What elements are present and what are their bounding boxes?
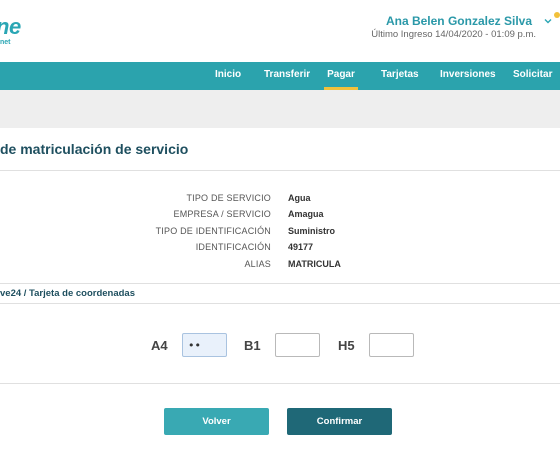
nav-item-inicio[interactable]: Inicio xyxy=(215,62,241,90)
coordinate-label-h5: H5 xyxy=(338,338,355,353)
service-details: TIPO DE SERVICIO Agua EMPRESA / SERVICIO… xyxy=(0,170,560,282)
main-nav: Inicio Transferir Pagar Tarjetas Inversi… xyxy=(0,62,560,90)
coordinate-input-b1[interactable] xyxy=(275,333,320,357)
header: ne net Ana Belen Gonzalez Silva Último I… xyxy=(0,0,560,62)
nav-item-tarjetas[interactable]: Tarjetas xyxy=(381,62,419,90)
nav-item-solicitar[interactable]: Solicitar xyxy=(513,62,552,90)
detail-value: Amagua xyxy=(288,209,324,219)
page-title: de matriculación de servicio xyxy=(0,141,189,157)
detail-value: MATRICULA xyxy=(288,259,341,269)
detail-row: IDENTIFICACIÓN 49177 xyxy=(0,242,560,258)
detail-value: Agua xyxy=(288,193,311,203)
detail-value: 49177 xyxy=(288,242,314,252)
coordinate-label-b1: B1 xyxy=(244,338,261,353)
detail-label: TIPO DE IDENTIFICACIÓN xyxy=(155,226,271,236)
back-button[interactable]: Volver xyxy=(164,408,269,435)
nav-item-transferir[interactable]: Transferir xyxy=(264,62,310,90)
bank-logo-subtext: net xyxy=(0,39,11,46)
confirm-button[interactable]: Confirmar xyxy=(287,408,392,435)
detail-row: TIPO DE IDENTIFICACIÓN Suministro xyxy=(0,226,560,242)
notification-dot-icon xyxy=(554,12,560,18)
chevron-down-icon[interactable] xyxy=(544,17,552,25)
bank-logo[interactable]: ne xyxy=(0,14,21,40)
security-section-label: ve24 / Tarjeta de coordenadas xyxy=(0,288,135,299)
detail-row: TIPO DE SERVICIO Agua xyxy=(0,193,560,209)
user-name[interactable]: Ana Belen Gonzalez Silva xyxy=(386,14,532,28)
page-band xyxy=(0,90,560,128)
detail-row: EMPRESA / SERVICIO Amagua xyxy=(0,209,560,225)
detail-label: ALIAS xyxy=(244,259,271,269)
detail-label: IDENTIFICACIÓN xyxy=(195,242,271,252)
detail-value: Suministro xyxy=(288,226,336,236)
detail-label: TIPO DE SERVICIO xyxy=(186,193,271,203)
last-login: Último Ingreso 14/04/2020 - 01:09 p.m. xyxy=(371,29,536,40)
coordinate-label-a4: A4 xyxy=(151,338,168,353)
coordinate-input-a4[interactable] xyxy=(182,333,227,357)
nav-item-inversiones[interactable]: Inversiones xyxy=(440,62,496,90)
coordinate-input-h5[interactable] xyxy=(369,333,414,357)
nav-item-pagar[interactable]: Pagar xyxy=(324,62,358,90)
detail-label: EMPRESA / SERVICIO xyxy=(173,209,271,219)
detail-row: ALIAS MATRICULA xyxy=(0,259,560,275)
